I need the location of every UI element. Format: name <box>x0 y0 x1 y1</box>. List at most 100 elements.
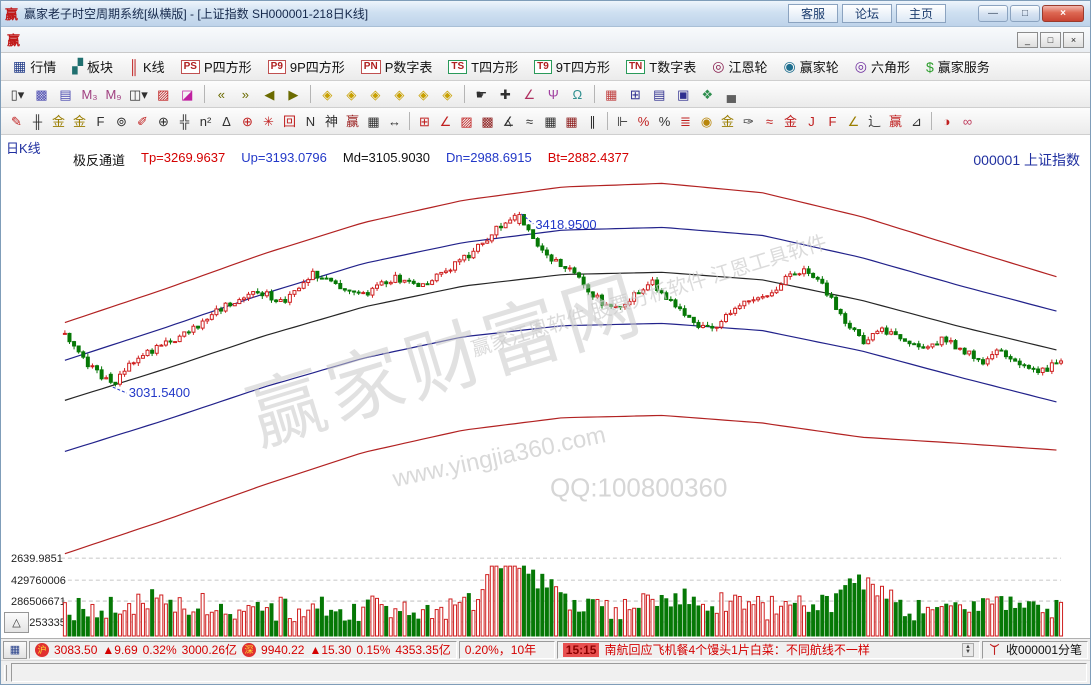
grid-b-icon[interactable]: ▦ <box>561 110 582 132</box>
j-angle-icon[interactable]: J <box>801 110 822 132</box>
diamond-compress-h-icon[interactable]: ◈ <box>388 83 411 105</box>
gold-levels-icon[interactable]: 金 <box>717 110 738 132</box>
spinner-down-icon[interactable]: ▼ <box>965 650 971 655</box>
gold-red-icon[interactable]: 金 <box>780 110 801 132</box>
news-headline[interactable]: 南航回应飞机餐4个馒头1片白菜：不同航线不一样 <box>604 641 869 658</box>
target-circle-icon[interactable]: ⊕ <box>237 110 258 132</box>
child-close-button[interactable]: × <box>1063 32 1084 48</box>
n2-icon[interactable]: n² <box>195 110 216 132</box>
t-number-button[interactable]: TN T数字表 <box>619 55 703 79</box>
wave-icon[interactable]: ≈ <box>519 110 540 132</box>
save-icon[interactable]: ▣ <box>672 83 695 105</box>
close-button[interactable]: × <box>1042 5 1084 22</box>
gold-grid1-icon[interactable]: 金 <box>48 110 69 132</box>
scroll-up-button[interactable]: △ <box>4 612 29 633</box>
period-tab[interactable]: 日K线 <box>6 138 41 157</box>
percent-levels-icon[interactable]: ≣ <box>675 110 696 132</box>
a-line-icon[interactable]: ∆ <box>216 110 237 132</box>
diamond-expand-v-icon[interactable]: ◈ <box>412 83 435 105</box>
calculator-icon[interactable]: ⊞ <box>624 83 647 105</box>
dark-box-icon[interactable]: ▩ <box>477 110 498 132</box>
news-spinner[interactable]: ▲ ▼ <box>962 643 974 657</box>
go-first-icon[interactable]: « <box>210 83 233 105</box>
market-grid-button[interactable]: ▦ <box>3 641 27 659</box>
luntan-button[interactable]: 论坛 <box>842 4 892 23</box>
spiral-icon[interactable]: ⊚ <box>111 110 132 132</box>
yinyang-icon[interactable]: ◑ <box>936 110 957 132</box>
f-angle-icon[interactable]: F <box>822 110 843 132</box>
calendar-icon[interactable]: ▦ <box>600 83 623 105</box>
pencil-tool-icon[interactable]: ✎ <box>6 110 27 132</box>
go-prev-icon[interactable]: ◀ <box>258 83 281 105</box>
hand-tool-icon[interactable]: ☛ <box>470 83 493 105</box>
ticker-segment[interactable]: 0.20%，10年 <box>459 641 555 659</box>
period-dropdown[interactable]: ▯▾ <box>6 83 29 105</box>
crosshair-icon[interactable]: ✚ <box>494 83 517 105</box>
star-icon[interactable]: ✳ <box>258 110 279 132</box>
infinity-icon[interactable]: ∞ <box>957 110 978 132</box>
hatch-box-icon[interactable]: ▨ <box>456 110 477 132</box>
child-minimize-button[interactable]: _ <box>1017 32 1038 48</box>
hexagon-button[interactable]: ◎ 六角形 <box>848 55 917 79</box>
candle-style-dropdown[interactable]: ◫▾ <box>126 83 151 105</box>
percent-icon[interactable]: % <box>654 110 675 132</box>
diamond-compress-right-icon[interactable]: ◈ <box>340 83 363 105</box>
kline-button[interactable]: ║ K线 <box>122 55 172 79</box>
go-last-icon[interactable]: » <box>234 83 257 105</box>
zigzag-icon[interactable]: 辶 <box>864 110 885 132</box>
line-fan2-icon[interactable]: ∡ <box>498 110 519 132</box>
width-measure-icon[interactable]: ↔ <box>384 110 405 132</box>
news-segment[interactable]: 15:15 南航回应飞机餐4个馒头1片白菜：不同航线不一样 ▲ ▼ <box>557 641 980 659</box>
p-number-button[interactable]: PN P数字表 <box>354 55 440 79</box>
gann-fan-icon[interactable]: Ψ <box>542 83 565 105</box>
chart9-icon[interactable]: M₉ <box>102 83 125 105</box>
restore-button[interactable]: □ <box>1010 5 1040 22</box>
ray-fan-icon[interactable]: ∠ <box>435 110 456 132</box>
diamond-compress-left-icon[interactable]: ◈ <box>316 83 339 105</box>
ying-grid-icon[interactable]: 赢 <box>342 110 363 132</box>
export-icon[interactable]: ❖ <box>696 83 719 105</box>
fib-grid-icon[interactable]: F <box>90 110 111 132</box>
time-circle-icon[interactable]: ⊕ <box>153 110 174 132</box>
angle-pencil-icon[interactable]: ✐ <box>132 110 153 132</box>
slash-grid-icon[interactable]: ∥ <box>582 110 603 132</box>
square-spiral-icon[interactable]: 回 <box>279 110 300 132</box>
gold-circle-icon[interactable]: ◉ <box>696 110 717 132</box>
info-list-icon[interactable]: ▤ <box>54 83 77 105</box>
go-next-icon[interactable]: ▶ <box>282 83 305 105</box>
windows-grid-icon[interactable]: ▩ <box>30 83 53 105</box>
kefu-button[interactable]: 客服 <box>788 4 838 23</box>
shen-grid-icon[interactable]: 神 <box>321 110 342 132</box>
zhuye-button[interactable]: 主页 <box>896 4 946 23</box>
gold-grid2-icon[interactable]: 金 <box>69 110 90 132</box>
triangle-icon[interactable]: ⊿ <box>906 110 927 132</box>
cycle-tool-icon[interactable]: Ω <box>566 83 589 105</box>
chart3-icon[interactable]: M₃ <box>78 83 101 105</box>
color-chart-icon[interactable]: ◪ <box>176 83 199 105</box>
red-window-icon[interactable]: ⊞ <box>414 110 435 132</box>
grid-123-icon[interactable]: ▦ <box>363 110 384 132</box>
n-marks-icon[interactable]: Ν <box>300 110 321 132</box>
p9-square-button[interactable]: P9 9P四方形 <box>261 55 352 79</box>
gann-wheel-button[interactable]: ◎ 江恩轮 <box>705 55 774 79</box>
gold-angle-icon[interactable]: ∠ <box>843 110 864 132</box>
p-square-button[interactable]: PS P四方形 <box>174 55 259 79</box>
price-lines-icon[interactable]: ╫ <box>27 110 48 132</box>
notes-icon[interactable]: ▤ <box>648 83 671 105</box>
bar-ruler-icon[interactable]: ⊩ <box>612 110 633 132</box>
ying-levels-icon[interactable]: 赢 <box>885 110 906 132</box>
kline-chart[interactable]: 2639.98514297600062865066711432533353418… <box>1 135 1090 638</box>
quotes-button[interactable]: ▦ 行情 <box>6 55 63 79</box>
angle-tool-icon[interactable]: ∠ <box>518 83 541 105</box>
candle-pen-icon[interactable]: ✑ <box>738 110 759 132</box>
titlebar[interactable]: 赢 赢家老子时空周期系统[纵横版] - [上证指数 SH000001-218日K… <box>1 1 1090 27</box>
print-icon[interactable]: ▄ <box>720 83 743 105</box>
t-square-button[interactable]: TS T四方形 <box>441 55 525 79</box>
minimize-button[interactable]: — <box>978 5 1008 22</box>
winner-service-button[interactable]: $ 赢家服务 <box>919 55 997 79</box>
wave-gold-icon[interactable]: ≈ <box>759 110 780 132</box>
winner-wheel-button[interactable]: ◉ 赢家轮 <box>776 55 845 79</box>
gann-box-icon[interactable]: ▨ <box>152 83 175 105</box>
percent-line-icon[interactable]: % <box>633 110 654 132</box>
grid-a-icon[interactable]: ▦ <box>540 110 561 132</box>
